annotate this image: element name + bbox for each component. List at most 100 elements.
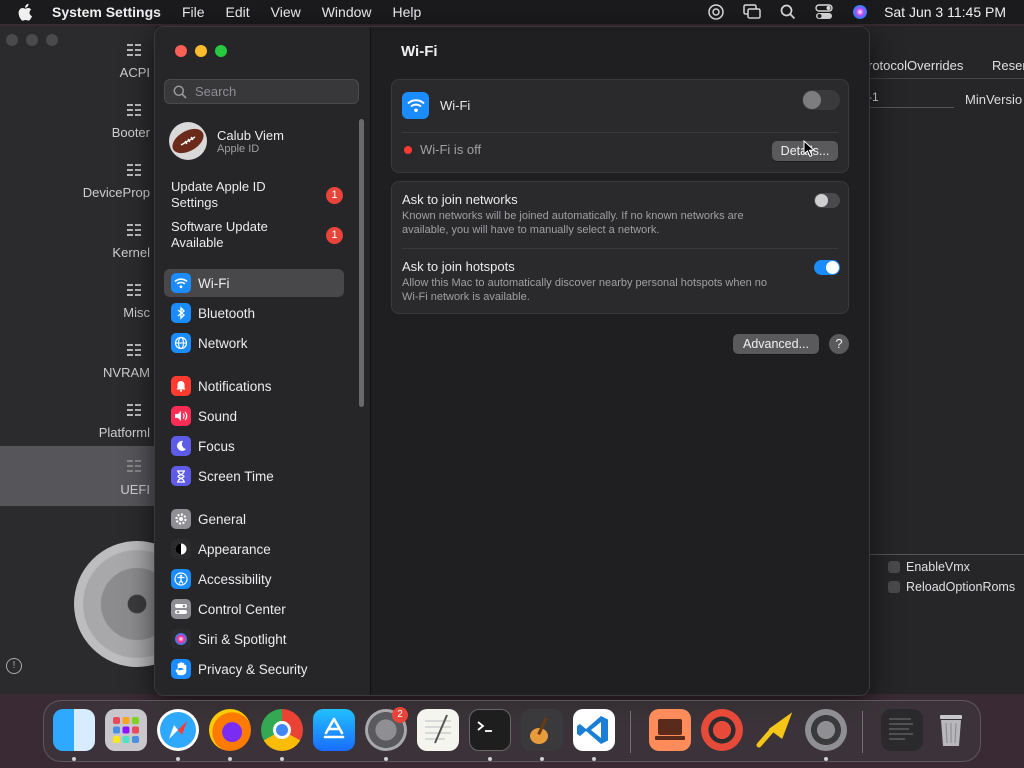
bg-sidebar-item-booter[interactable]: Booter	[0, 92, 155, 152]
menu-edit[interactable]: Edit	[226, 4, 250, 20]
dock-safari-icon[interactable]	[157, 709, 199, 751]
help-button[interactable]: ?	[829, 334, 849, 354]
min-version-label: MinVersio	[965, 92, 1023, 107]
sidebar-item-bluetooth[interactable]: Bluetooth	[164, 299, 344, 327]
dock-vscode-icon[interactable]	[573, 709, 615, 751]
list-icon	[127, 44, 141, 56]
apple-id-account[interactable]: Calub Viem Apple ID	[169, 121, 349, 161]
sidebar-item-privacy-security[interactable]: Privacy & Security	[164, 655, 344, 683]
wifi-toggle[interactable]	[802, 90, 840, 110]
menu-view[interactable]: View	[271, 4, 301, 20]
sidebar-item-notifications[interactable]: Notifications	[164, 372, 344, 400]
sidebar-item-wifi[interactable]: Wi-Fi	[164, 269, 344, 297]
dock-trash-icon[interactable]	[930, 709, 972, 751]
apple-menu-icon[interactable]	[18, 3, 38, 21]
sidebar-item-appearance[interactable]: Appearance	[164, 535, 344, 563]
minimize-button[interactable]	[195, 45, 207, 57]
menu-bar: System Settings File Edit View Window He…	[0, 0, 1024, 24]
dock-network-radar-icon[interactable]	[701, 709, 743, 751]
settings-sidebar: Calub Viem Apple ID Update Apple ID Sett…	[155, 27, 371, 695]
bg-sidebar-item-deviceprop[interactable]: DeviceProp	[0, 152, 155, 212]
zoom-button[interactable]	[215, 45, 227, 57]
enable-vmx-checkbox[interactable]: EnableVmx	[888, 560, 970, 574]
list-icon	[127, 404, 141, 416]
bg-sidebar-item-uefi[interactable]: UEFI	[0, 446, 155, 506]
siri-icon[interactable]	[842, 4, 878, 20]
account-name: Calub Viem	[217, 127, 284, 143]
notification-badge: 1	[326, 227, 343, 244]
bg-sidebar-item-acpi[interactable]: ACPI	[0, 32, 155, 92]
status-off-dot	[404, 145, 412, 154]
join-options-card: Ask to join networks Known networks will…	[391, 181, 849, 314]
update-apple-id-alert[interactable]: Update Apple ID Settings 1	[171, 179, 351, 211]
dock-textedit-icon[interactable]	[417, 709, 459, 751]
screen-mirroring-icon[interactable]	[734, 4, 770, 20]
sidebar-item-screen-time[interactable]: Screen Time	[164, 462, 344, 490]
card-divider	[402, 248, 838, 249]
avatar	[169, 122, 207, 160]
software-update-alert[interactable]: Software Update Available 1	[171, 219, 351, 251]
wifi-icon	[171, 273, 191, 293]
bg-sidebar-item-platform[interactable]: Platforml	[0, 392, 155, 452]
list-icon	[127, 284, 141, 296]
dock-screen-sharing-icon[interactable]	[649, 709, 691, 751]
list-icon	[127, 460, 141, 472]
ask-to-join-networks-toggle[interactable]	[814, 193, 840, 208]
control-center-icon[interactable]	[806, 4, 842, 20]
sidebar-item-general[interactable]: General	[164, 505, 344, 533]
column-header-reserved[interactable]: Reser	[992, 58, 1024, 73]
spotlight-search-icon[interactable]	[770, 4, 806, 20]
dock-chrome-icon[interactable]	[261, 709, 303, 751]
gear-icon	[171, 509, 191, 529]
reload-option-roms-checkbox[interactable]: ReloadOptionRoms	[888, 580, 1015, 594]
bell-icon	[171, 376, 191, 396]
control-center-icon	[171, 599, 191, 619]
ask-to-join-networks-label: Ask to join networks	[402, 192, 518, 207]
section-divider	[868, 554, 1024, 555]
dock-app-store-icon[interactable]	[313, 709, 355, 751]
menu-window[interactable]: Window	[322, 4, 372, 20]
bg-sidebar-item-misc[interactable]: Misc	[0, 272, 155, 332]
search-field[interactable]	[164, 79, 359, 104]
menu-file[interactable]: File	[182, 4, 205, 20]
football-avatar-icon	[172, 128, 204, 154]
info-icon[interactable]: !	[6, 658, 22, 674]
sidebar-item-sound[interactable]: Sound	[164, 402, 344, 430]
dock-document-icon[interactable]	[881, 709, 923, 751]
min-version-field[interactable]: -1	[868, 90, 954, 108]
column-header-protocol-overrides[interactable]: rotocolOverrides	[868, 58, 963, 73]
list-icon	[127, 104, 141, 116]
accessibility-icon	[171, 569, 191, 589]
ask-to-join-hotspots-toggle[interactable]	[814, 260, 840, 275]
account-subtitle: Apple ID	[217, 142, 260, 155]
dock-terminal-icon[interactable]	[469, 709, 511, 751]
settings-content: Wi-Fi Wi-Fi Wi-Fi is off Details... Ask …	[371, 27, 869, 695]
app-name-menu[interactable]: System Settings	[52, 4, 161, 20]
dock: 2	[43, 700, 981, 762]
close-button[interactable]	[175, 45, 187, 57]
sidebar-item-siri-spotlight[interactable]: Siri & Spotlight	[164, 625, 344, 653]
background-app-content: rotocolOverrides Reser -1 MinVersio Enab…	[868, 26, 1024, 694]
sidebar-item-control-center[interactable]: Control Center	[164, 595, 344, 623]
globe-icon	[171, 333, 191, 353]
opencore-status-icon[interactable]	[698, 3, 734, 21]
sidebar-item-network[interactable]: Network	[164, 329, 344, 357]
sidebar-item-accessibility[interactable]: Accessibility	[164, 565, 344, 593]
sidebar-scrollbar[interactable]	[359, 119, 364, 407]
dock-finder-icon[interactable]	[53, 709, 95, 751]
menu-help[interactable]: Help	[393, 4, 422, 20]
advanced-button[interactable]: Advanced...	[733, 334, 819, 354]
bg-sidebar-item-kernel[interactable]: Kernel	[0, 212, 155, 272]
dock-garageband-icon[interactable]	[521, 709, 563, 751]
dock-firefox-icon[interactable]	[209, 709, 251, 751]
system-settings-window: Calub Viem Apple ID Update Apple ID Sett…	[154, 26, 870, 696]
bg-sidebar-item-nvram[interactable]: NVRAM	[0, 332, 155, 392]
dock-launchpad-icon[interactable]	[105, 709, 147, 751]
moon-icon	[171, 436, 191, 456]
dock-opencore-configurator-icon[interactable]	[805, 709, 847, 751]
dock-pointer-icon[interactable]	[753, 709, 795, 751]
search-input[interactable]	[193, 83, 347, 100]
menubar-clock[interactable]: Sat Jun 3 11:45 PM	[884, 4, 1006, 20]
sidebar-item-focus[interactable]: Focus	[164, 432, 344, 460]
ask-to-join-hotspots-description: Allow this Mac to automatically discover…	[402, 277, 768, 303]
